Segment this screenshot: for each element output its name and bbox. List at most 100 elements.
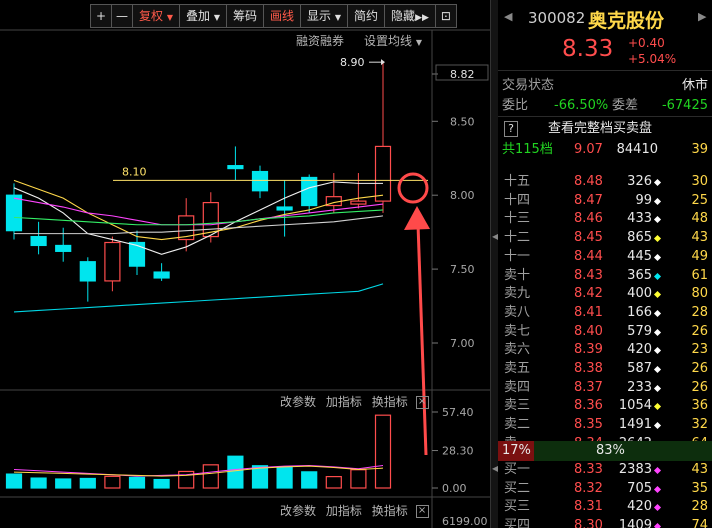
ask-row[interactable]: 十三 8.46 433 48 [498, 209, 712, 229]
bid-row[interactable]: 买四 8.30 1409 74 [498, 516, 712, 528]
volume-bar [128, 476, 146, 489]
draw-line-button[interactable]: 画线 [263, 4, 302, 28]
candle-body [301, 176, 318, 207]
fuquan-label: 复权 [139, 9, 164, 23]
kline-chart[interactable]: 8.82 8.50 8.00 7.50 7.00 8.10 8.90 57.40 28.30 0.… [0, 0, 490, 528]
level-price: 8.31 [574, 499, 603, 515]
close-icon[interactable]: × [415, 505, 429, 518]
weicha-value: -67425 [661, 98, 708, 113]
level-label: 卖六 [504, 342, 531, 358]
level-volume: 99 [635, 192, 652, 208]
ask-row[interactable]: 卖三 8.36 1054 36 [498, 396, 712, 416]
simple-mode-button[interactable]: 简约 [347, 4, 386, 28]
ask-row[interactable]: 卖四 8.37 233 26 [498, 378, 712, 398]
ask-row[interactable]: 卖二 8.35 1491 32 [498, 415, 712, 435]
margin-trading-link[interactable]: 融资融券 [296, 32, 344, 49]
level-volume: 420 [627, 499, 652, 515]
level-count: 26 [691, 379, 708, 395]
weibi-label: 委比 [502, 98, 529, 113]
ask-row[interactable]: 卖十 8.43 365 61 [498, 266, 712, 286]
highlight-circle [397, 172, 429, 204]
ask-row[interactable]: 十四 8.47 99 25 [498, 191, 712, 211]
ask-row[interactable]: 卖九 8.42 400 80 [498, 284, 712, 304]
level-volume: 2383 [618, 462, 652, 477]
order-marker-icon [653, 178, 662, 187]
display-label: 显示 [307, 9, 332, 23]
candle-body [374, 145, 392, 202]
ask-row[interactable]: 十二 8.45 865 43 [498, 228, 712, 248]
next-stock-icon[interactable]: ▶ [698, 10, 706, 23]
nav-toggle-icon[interactable]: ⊡ [434, 4, 457, 28]
order-marker-icon [653, 523, 662, 528]
change-params-link[interactable]: 改参数 [280, 395, 316, 409]
order-marker-icon [653, 365, 662, 374]
bid-row[interactable]: 买三 8.31 420 28 [498, 497, 712, 517]
volume-bar [79, 477, 96, 489]
level-price: 8.37 [574, 379, 603, 395]
bid-row[interactable]: 买一 8.33 2383 43 [498, 460, 712, 480]
order-marker-icon [653, 485, 662, 493]
switch-indicator-link[interactable]: 换指标 [372, 395, 408, 409]
hide-button[interactable]: 隐藏▶▶ [384, 4, 436, 28]
volume-bar [227, 455, 244, 489]
order-marker-icon [653, 504, 662, 512]
display-dropdown[interactable]: 显示 ▼ [300, 4, 349, 28]
level-volume: 166 [627, 304, 652, 320]
chart-toolbar: + — 复权 ▼ 叠加 ▼ 筹码 画线 显示 ▼ 简约 隐藏▶▶ ⊡ [90, 4, 457, 28]
ask-row[interactable]: 卖五 8.38 587 26 [498, 359, 712, 379]
ask-row[interactable]: 十一 8.44 445 49 [498, 247, 712, 267]
buy-ratio-label: 83% [596, 443, 625, 458]
ma-line-ma5 [13, 181, 383, 255]
volume-tick-label: 0.00 [442, 482, 467, 495]
full-book-link[interactable]: 查看完整档买卖盘 [548, 119, 652, 139]
volume-bar [276, 466, 293, 489]
chips-button[interactable]: 筹码 [226, 4, 265, 28]
zoom-in-button[interactable]: + [90, 4, 112, 28]
level-label: 十一 [504, 248, 531, 264]
zoom-out-button[interactable]: — [111, 4, 133, 28]
level-volume: 326 [627, 174, 652, 189]
level-price: 8.43 [574, 267, 603, 283]
trade-status-label: 交易状态 [502, 78, 555, 93]
level-volume: 445 [627, 248, 652, 264]
double-chevron-right-icon: ▶▶ [415, 13, 429, 23]
close-icon[interactable]: × [415, 396, 429, 409]
level-count: 61 [691, 267, 708, 283]
caret-down-icon: ▼ [415, 38, 422, 47]
ask-row[interactable]: 卖六 8.39 420 23 [498, 340, 712, 360]
bid-row[interactable]: 买二 8.32 705 35 [498, 479, 712, 499]
level-label: 买四 [504, 518, 531, 528]
volume-bar [30, 477, 47, 489]
level-volume: 865 [627, 230, 652, 246]
change-params-link[interactable]: 改参数 [280, 504, 316, 518]
total-price: 9.07 [574, 142, 603, 157]
level-volume: 1491 [618, 417, 652, 433]
question-icon[interactable]: ? [504, 121, 518, 137]
drawn-line-label: 8.10 [122, 165, 147, 178]
overlay-dropdown[interactable]: 叠加 ▼ [179, 4, 227, 28]
full-book-row[interactable]: ? 查看完整档买卖盘 [498, 119, 712, 139]
kline-chart-pane[interactable]: 8.82 8.50 8.00 7.50 7.00 8.10 8.90 57.40 28.30 0.… [0, 0, 490, 528]
fuquan-dropdown[interactable]: 复权 ▼ [132, 4, 180, 28]
ask-row[interactable]: 卖八 8.41 166 28 [498, 303, 712, 323]
volume-bar [153, 478, 170, 489]
level-price: 8.38 [574, 361, 603, 376]
sell-ratio-label: 17% [502, 443, 531, 458]
add-indicator-link[interactable]: 加指标 [326, 504, 362, 518]
stock-name: 奥克股份 [588, 10, 665, 32]
level-count: 26 [691, 323, 708, 339]
price-tick-label: 8.82 [450, 68, 475, 81]
level-price: 8.39 [574, 342, 603, 358]
order-marker-icon [653, 253, 662, 261]
ask-row[interactable]: 十五 8.48 326 30 [498, 172, 712, 192]
add-indicator-link[interactable]: 加指标 [326, 395, 362, 409]
candle-body [5, 194, 23, 232]
ma-settings-label: 设置均线 [364, 34, 413, 48]
caret-down-icon: ▼ [334, 13, 342, 22]
ma-settings-dropdown[interactable]: 设置均线 ▼ [364, 32, 422, 49]
level-label: 卖五 [504, 361, 531, 376]
switch-indicator-link[interactable]: 换指标 [372, 504, 408, 518]
price-tick-label: 7.50 [450, 263, 475, 276]
ask-row[interactable]: 卖七 8.40 579 26 [498, 322, 712, 342]
prev-stock-icon[interactable]: ◀ [504, 10, 512, 23]
